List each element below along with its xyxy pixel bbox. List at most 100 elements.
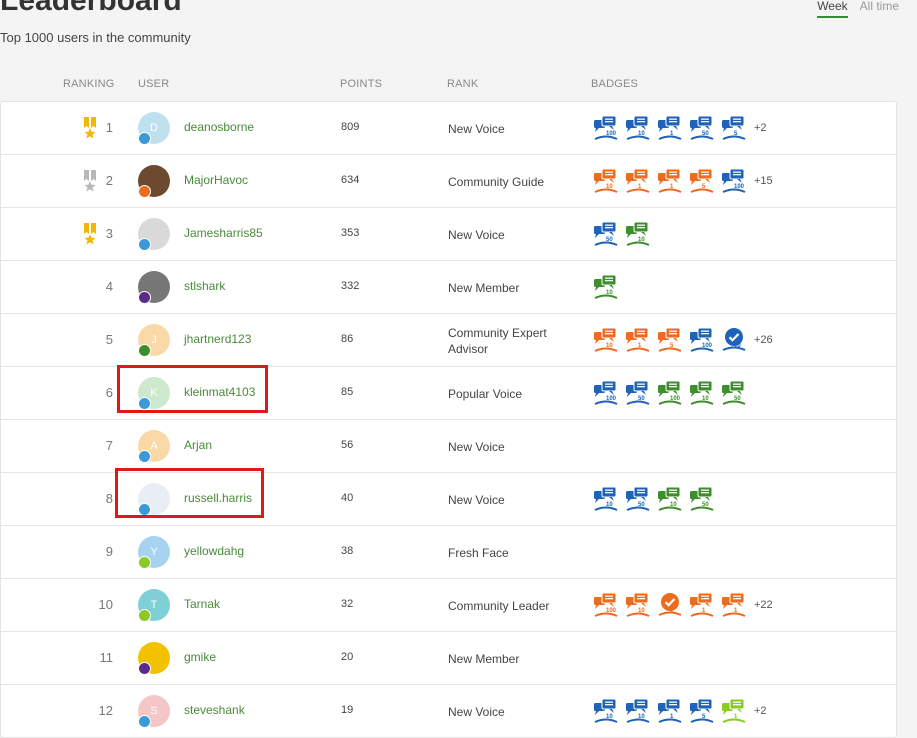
badge-count: 100 [606,131,617,137]
badge-count: 1 [734,714,738,720]
badge-chat-icon[interactable]: 5 [656,326,684,354]
rank-badge-icon [138,556,151,569]
badges-list: 10 1 5 100 10 +26 [592,326,773,354]
badge-count: 1 [638,184,642,190]
badge-chat-icon[interactable]: 100 [592,591,620,619]
more-badges-count[interactable]: +15 [754,175,773,187]
rank-name: New Member [448,652,520,666]
username-link[interactable]: steveshank [184,703,245,717]
badges-list: 10 10 1 5 1 +2 [592,697,767,725]
badges-list: 10 [592,273,620,301]
badge-count: 10 [606,502,613,508]
username-link[interactable]: yellowdahg [184,544,244,558]
badge-count: 10 [638,608,645,614]
badge-count: 10 [606,184,613,190]
more-badges-count[interactable]: +26 [754,334,773,346]
table-row: 5 Jjhartnerd123 86 Community Expert Advisor… [1,314,896,367]
username-link[interactable]: MajorHavoc [184,173,248,187]
badge-chat-icon[interactable]: 1 [720,591,748,619]
username-link[interactable]: Arjan [184,438,212,452]
rank-name: Fresh Face [448,546,509,560]
badge-count: 1 [670,714,674,720]
badge-count: 5 [702,714,706,720]
badge-chat-icon[interactable]: 10 [624,220,652,248]
badge-chat-icon[interactable]: 100 [688,326,716,354]
username-link[interactable]: kleinmat4103 [184,385,255,399]
badge-chat-icon[interactable]: 50 [624,379,652,407]
points-value: 332 [341,280,360,292]
badge-chat-icon[interactable]: 10 [592,326,620,354]
ranking-number: 2 [105,173,113,188]
badges-list: 50 10 [592,220,652,248]
tab-week[interactable]: Week [817,0,848,18]
badge-chat-icon[interactable]: 50 [688,485,716,513]
badge-chat-icon[interactable]: 1 [656,114,684,142]
username-link[interactable]: deanosborne [184,120,254,134]
badge-count: 5 [670,343,674,349]
username-link[interactable]: jhartnerd123 [184,332,251,346]
rank-badge-icon [138,503,151,516]
page-subtitle: Top 1000 users in the community [0,30,191,45]
leaderboard-table: 1 Ddeanosborne 809 New Voice 100 10 1 50 5 +2 2 Maj… [0,101,897,738]
ranking-number: 7 [105,438,113,453]
table-row: 11 gmike 20 New Member [1,632,896,685]
badge-chat-icon[interactable]: 10 [624,114,652,142]
badge-chat-icon[interactable]: 1 [688,591,716,619]
more-badges-count[interactable]: +2 [754,705,767,717]
badge-chat-icon[interactable]: 100 [720,167,748,195]
points-value: 19 [341,704,354,716]
badge-chat-icon[interactable]: 10 [592,167,620,195]
table-row: 10 T Tarnak 32 Community Leader 100 10 1 1 1 +22 [1,579,896,632]
ranking-number: 5 [105,332,113,347]
badge-count: 10 [638,714,645,720]
badge-chat-icon[interactable]: 10 [592,273,620,301]
badge-chat-icon[interactable]: 10 [624,697,652,725]
rank-badge-icon [138,450,151,463]
badge-chat-icon[interactable]: 5 [688,697,716,725]
more-badges-count[interactable]: +2 [754,122,767,134]
badge-count: 10 [606,343,613,349]
badge-chat-icon[interactable]: 100 [592,114,620,142]
badge-check-icon[interactable]: 1 [656,591,684,619]
badge-chat-icon[interactable]: 1 [624,326,652,354]
table-row: 4 stlshark 332 New Member 10 [1,261,896,314]
column-header-ranking: RANKING [63,78,115,90]
username-link[interactable]: stlshark [184,279,225,293]
badge-chat-icon[interactable]: 5 [688,167,716,195]
username-link[interactable]: russell.harris [184,491,252,505]
badge-chat-icon[interactable]: 5 [720,114,748,142]
rank-name: New Member [448,281,520,295]
rank-name: New Voice [448,705,505,719]
rank-badge-icon [138,715,151,728]
badge-count: 10 [606,290,613,296]
username-link[interactable]: Tarnak [184,597,220,611]
more-badges-count[interactable]: +22 [754,599,773,611]
badge-chat-icon[interactable]: 50 [688,114,716,142]
badge-chat-icon[interactable]: 10 [592,697,620,725]
badge-chat-icon[interactable]: 50 [720,379,748,407]
badge-check-icon[interactable]: 10 [720,326,748,354]
username-link[interactable]: gmike [184,650,216,664]
badge-chat-icon[interactable]: 1 [656,167,684,195]
badge-count: 1 [734,608,738,614]
rank-badge-icon [138,132,151,145]
badge-chat-icon[interactable]: 10 [688,379,716,407]
badge-chat-icon[interactable]: 1 [624,167,652,195]
badge-count: 1 [702,608,706,614]
badge-count: 10 [702,396,709,402]
ranking-number: 9 [105,544,113,559]
badge-chat-icon[interactable]: 1 [656,697,684,725]
tab-all-time[interactable]: All time [860,0,899,18]
table-row: 6 Kkleinmat4103 85 Popular Voice 100 50 100 10 5… [1,367,896,420]
badges-list: 100 50 100 10 50 [592,379,748,407]
badge-chat-icon[interactable]: 100 [656,379,684,407]
badge-chat-icon[interactable]: 100 [592,379,620,407]
badge-chat-icon[interactable]: 1 [720,697,748,725]
username-link[interactable]: Jamesharris85 [184,226,263,240]
badge-chat-icon[interactable]: 50 [592,220,620,248]
badge-chat-icon[interactable]: 10 [592,485,620,513]
badge-chat-icon[interactable]: 50 [624,485,652,513]
badge-chat-icon[interactable]: 10 [624,591,652,619]
badge-chat-icon[interactable]: 10 [656,485,684,513]
ranking-number: 4 [105,279,113,294]
